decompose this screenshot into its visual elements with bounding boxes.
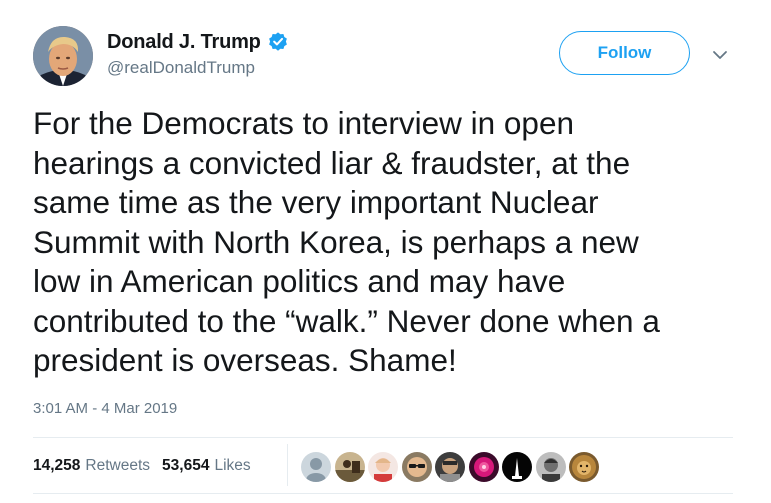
divider (33, 493, 733, 494)
divider (33, 437, 733, 438)
retweets-count: 14,258 (33, 457, 81, 474)
liker-avatar[interactable] (333, 451, 366, 483)
likes-label: Likes (214, 457, 251, 474)
liker-avatar[interactable] (434, 451, 466, 483)
chevron-down-icon[interactable] (711, 46, 729, 64)
liker-avatar[interactable] (568, 451, 600, 483)
liker-avatar[interactable] (501, 451, 533, 483)
liker-avatar[interactable] (467, 451, 500, 483)
author-display-name[interactable]: Donald J. Trump (107, 30, 261, 54)
author-name-row: Donald J. Trump (107, 30, 289, 54)
tweet-stats: 14,258 Retweets 53,654 Likes (33, 456, 263, 476)
tweet-text: For the Democrats to interview in open h… (33, 105, 660, 378)
verified-badge-icon (267, 31, 289, 53)
author-avatar[interactable] (33, 26, 93, 86)
liker-avatar[interactable] (534, 451, 567, 483)
liker-avatar[interactable] (300, 451, 332, 483)
liker-avatar[interactable] (400, 451, 433, 483)
retweets-label: Retweets (85, 457, 151, 474)
likes-count: 53,654 (162, 457, 210, 474)
tweet-timestamp[interactable]: 3:01 AM - 4 Mar 2019 (33, 398, 177, 420)
author-info: Donald J. Trump @realDonaldTrump (107, 30, 289, 78)
author-handle[interactable]: @realDonaldTrump (107, 58, 289, 78)
likes-stat[interactable]: 53,654 Likes (162, 456, 251, 476)
stats-separator (287, 444, 288, 486)
retweets-stat[interactable]: 14,258 Retweets (33, 456, 150, 476)
avatar-image (33, 26, 93, 86)
liker-avatar[interactable] (367, 451, 399, 483)
likers-avatars (300, 451, 602, 483)
follow-button[interactable]: Follow (559, 31, 690, 75)
